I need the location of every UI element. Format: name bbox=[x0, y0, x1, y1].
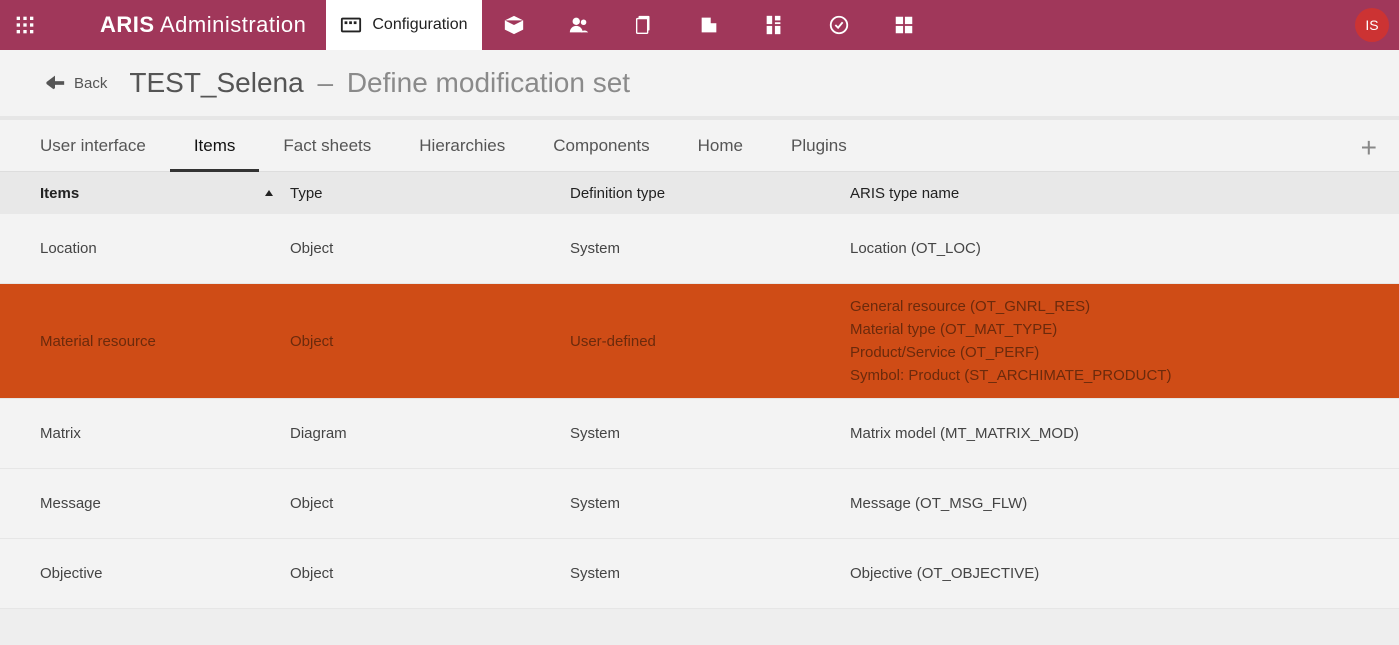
aris-type-value: Material type (OT_MAT_TYPE) bbox=[850, 321, 1359, 338]
cell-type: Diagram bbox=[290, 425, 570, 442]
nav-tab-configuration[interactable]: Configuration bbox=[326, 0, 481, 50]
cell-aris-type: Matrix model (MT_MATRIX_MOD) bbox=[850, 425, 1359, 442]
col-header-items[interactable]: Items bbox=[40, 185, 290, 202]
col-header-definition-type[interactable]: Definition type bbox=[570, 185, 850, 202]
calculator-icon bbox=[763, 14, 785, 36]
cell-definition-type: System bbox=[570, 495, 850, 512]
table-row[interactable]: MessageObjectSystemMessage (OT_MSG_FLW) bbox=[0, 469, 1399, 539]
back-label: Back bbox=[74, 75, 107, 92]
page-title: TEST_Selena – Define modification set bbox=[129, 67, 630, 99]
subtab-components[interactable]: Components bbox=[529, 120, 673, 172]
table-row[interactable]: MatrixDiagramSystemMatrix model (MT_MATR… bbox=[0, 399, 1399, 469]
cell-item-name: Message bbox=[40, 495, 290, 512]
cell-aris-type: Message (OT_MSG_FLW) bbox=[850, 495, 1359, 512]
cell-definition-type: System bbox=[570, 240, 850, 257]
col-header-aris-type[interactable]: ARIS type name bbox=[850, 185, 1359, 202]
back-arrow-icon bbox=[44, 74, 66, 92]
cell-item-name: Objective bbox=[40, 565, 290, 582]
col-header-type[interactable]: Type bbox=[290, 185, 570, 202]
aris-type-value: Message (OT_MSG_FLW) bbox=[850, 495, 1359, 512]
aris-type-value: General resource (OT_GNRL_RES) bbox=[850, 298, 1359, 315]
nav-tab-package[interactable] bbox=[482, 0, 547, 50]
cell-type: Object bbox=[290, 565, 570, 582]
aris-type-value: Product/Service (OT_PERF) bbox=[850, 344, 1359, 361]
nav-tab-documents[interactable] bbox=[612, 0, 677, 50]
cell-type: Object bbox=[290, 333, 570, 350]
breadcrumb-bar: Back TEST_Selena – Define modification s… bbox=[0, 50, 1399, 120]
top-nav: Configuration bbox=[326, 0, 936, 50]
aris-type-value: Symbol: Product (ST_ARCHIMATE_PRODUCT) bbox=[850, 367, 1359, 384]
cell-aris-type: Location (OT_LOC) bbox=[850, 240, 1359, 257]
check-circle-icon bbox=[828, 14, 850, 36]
subtab-plugins[interactable]: Plugins bbox=[767, 120, 871, 172]
import-icon bbox=[698, 14, 720, 36]
nav-tab-label: Configuration bbox=[372, 16, 467, 34]
add-tab-button[interactable]: + bbox=[1361, 134, 1377, 162]
cell-definition-type: System bbox=[570, 425, 850, 442]
aris-type-value: Objective (OT_OBJECTIVE) bbox=[850, 565, 1359, 582]
cell-item-name: Matrix bbox=[40, 425, 290, 442]
brand-title: ARIS Administration bbox=[50, 12, 326, 38]
subtab-hierarchies[interactable]: Hierarchies bbox=[395, 120, 529, 172]
user-avatar[interactable]: IS bbox=[1355, 8, 1389, 42]
cell-item-name: Material resource bbox=[40, 333, 290, 350]
table-row[interactable]: Material resourceObjectUser-definedGener… bbox=[0, 284, 1399, 399]
cell-aris-type: General resource (OT_GNRL_RES) Material t… bbox=[850, 298, 1359, 384]
table-header: Items Type Definition type ARIS type nam… bbox=[0, 172, 1399, 214]
configuration-icon bbox=[340, 14, 362, 36]
package-icon bbox=[503, 14, 525, 36]
cell-aris-type: Objective (OT_OBJECTIVE) bbox=[850, 565, 1359, 582]
table-container: Items Type Definition type ARIS type nam… bbox=[0, 172, 1399, 645]
table-row[interactable]: LocationObjectSystemLocation (OT_LOC) bbox=[0, 214, 1399, 284]
cell-definition-type: System bbox=[570, 565, 850, 582]
cell-item-name: Location bbox=[40, 240, 290, 257]
subtab-items[interactable]: Items bbox=[170, 120, 260, 172]
layout-icon bbox=[893, 14, 915, 36]
nav-tab-calculator[interactable] bbox=[742, 0, 807, 50]
subtab-user-interface[interactable]: User interface bbox=[40, 120, 170, 172]
table-row[interactable]: ObjectiveObjectSystemObjective (OT_OBJEC… bbox=[0, 539, 1399, 609]
topbar: ARIS Administration Configuration IS bbox=[0, 0, 1399, 50]
subtabs: User interfaceItemsFact sheetsHierarchie… bbox=[0, 120, 1399, 172]
sort-asc-icon bbox=[264, 185, 274, 202]
apps-menu-button[interactable] bbox=[0, 0, 50, 50]
subtab-home[interactable]: Home bbox=[674, 120, 767, 172]
cell-type: Object bbox=[290, 240, 570, 257]
aris-type-value: Location (OT_LOC) bbox=[850, 240, 1359, 257]
nav-tab-check[interactable] bbox=[807, 0, 872, 50]
nav-tab-users[interactable] bbox=[547, 0, 612, 50]
nav-tab-import[interactable] bbox=[677, 0, 742, 50]
subtab-fact-sheets[interactable]: Fact sheets bbox=[259, 120, 395, 172]
cell-definition-type: User-defined bbox=[570, 333, 850, 350]
nav-tab-layout[interactable] bbox=[872, 0, 937, 50]
back-button[interactable]: Back bbox=[44, 74, 107, 92]
documents-icon bbox=[633, 14, 655, 36]
users-icon bbox=[568, 14, 590, 36]
aris-type-value: Matrix model (MT_MATRIX_MOD) bbox=[850, 425, 1359, 442]
grid-icon bbox=[15, 15, 35, 35]
cell-type: Object bbox=[290, 495, 570, 512]
